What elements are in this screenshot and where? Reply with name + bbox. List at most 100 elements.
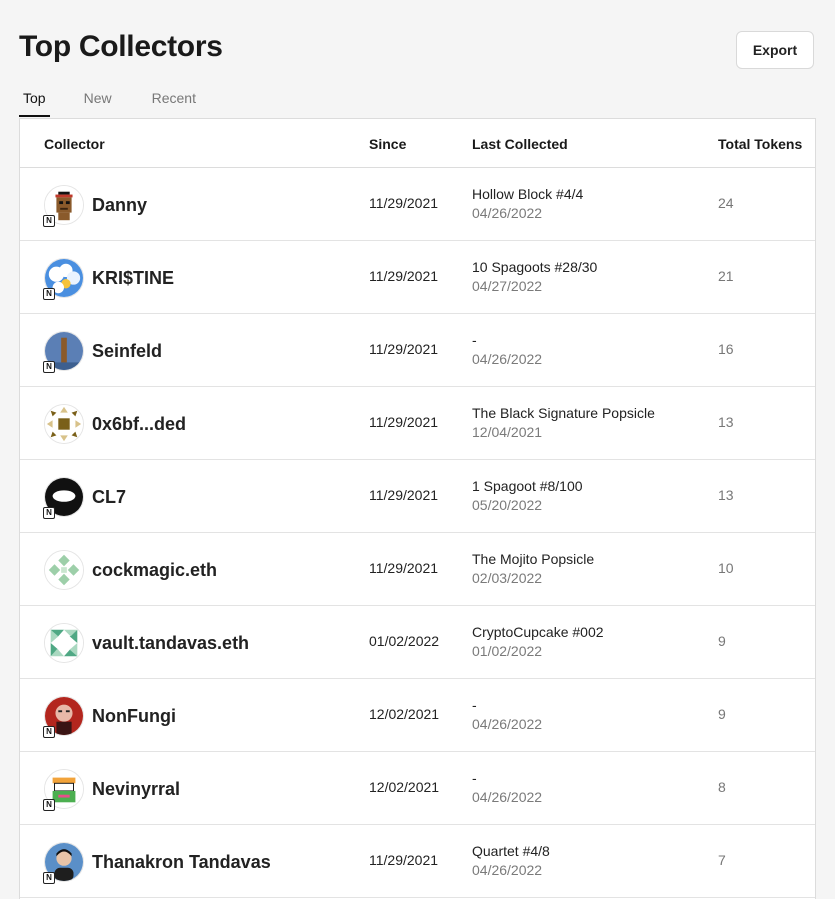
since-date: 01/02/2022 (369, 633, 440, 649)
last-collected-title[interactable]: 10 Spagoots #28/30 (472, 258, 597, 276)
n-badge-icon: N (43, 799, 55, 811)
table-row[interactable]: N CL7 11/29/2021 1 Spagoot #8/100 05/20/… (20, 460, 815, 533)
last-collected-title[interactable]: 1 Spagoot #8/100 (472, 477, 583, 495)
collector-name[interactable]: KRI$TINE (92, 268, 174, 289)
total-tokens: 7 (718, 852, 726, 868)
since-date: 11/29/2021 (369, 560, 439, 576)
last-collected-title[interactable]: - (472, 769, 542, 787)
last-collected-title[interactable]: CryptoCupcake #002 (472, 623, 604, 641)
collector-name[interactable]: cockmagic.eth (92, 560, 217, 581)
table-row[interactable]: cockmagic.eth 11/29/2021 The Mojito Pops… (20, 533, 815, 606)
last-collected-date: 01/02/2022 (472, 643, 543, 659)
total-tokens: 9 (718, 706, 726, 722)
n-badge-icon: N (43, 288, 55, 300)
collector-cell[interactable]: N Thanakron Tandavas (43, 842, 271, 884)
since-date: 11/29/2021 (369, 414, 439, 430)
last-collected-cell: 10 Spagoots #28/30 04/27/2022 (472, 258, 597, 296)
identicon-brown-avatar-icon (44, 404, 84, 444)
column-header-since[interactable]: Since (369, 136, 406, 152)
collector-cell[interactable]: N Nevinyrral (43, 769, 180, 811)
avatar[interactable]: N (43, 258, 84, 300)
total-tokens: 10 (718, 560, 734, 576)
last-collected-date: 12/04/2021 (472, 424, 543, 440)
n-badge-icon: N (43, 361, 55, 373)
tab-top[interactable]: Top (19, 80, 50, 117)
last-collected-date: 04/26/2022 (472, 205, 543, 221)
last-collected-cell: - 04/26/2022 (472, 696, 542, 734)
avatar[interactable]: N (43, 477, 84, 519)
avatar[interactable]: N (43, 842, 84, 884)
last-collected-title[interactable]: The Mojito Popsicle (472, 550, 594, 568)
collector-name[interactable]: Danny (92, 195, 147, 216)
table-row[interactable]: 0x6bf...ded 11/29/2021 The Black Signatu… (20, 387, 815, 460)
last-collected-title[interactable]: - (472, 331, 542, 349)
last-collected-cell: - 04/26/2022 (472, 331, 542, 369)
since-date: 11/29/2021 (369, 341, 439, 357)
last-collected-title[interactable]: - (472, 696, 542, 714)
table-row[interactable]: N KRI$TINE 11/29/2021 10 Spagoots #28/30… (20, 241, 815, 314)
export-button[interactable]: Export (736, 31, 814, 69)
last-collected-cell: CryptoCupcake #002 01/02/2022 (472, 623, 604, 661)
last-collected-date: 04/26/2022 (472, 862, 543, 878)
avatar[interactable] (44, 623, 84, 663)
last-collected-title[interactable]: Hollow Block #4/4 (472, 185, 583, 203)
collector-cell[interactable]: cockmagic.eth (44, 550, 217, 590)
avatar[interactable] (44, 404, 84, 444)
avatar[interactable]: N (43, 696, 84, 738)
table-row[interactable]: N Danny 11/29/2021 Hollow Block #4/4 04/… (20, 168, 815, 241)
avatar[interactable]: N (43, 331, 84, 373)
collector-name[interactable]: CL7 (92, 487, 126, 508)
last-collected-cell: - 04/26/2022 (472, 769, 542, 807)
identicon-teal-avatar-icon (44, 623, 84, 663)
total-tokens: 8 (718, 779, 726, 795)
collector-cell[interactable]: N KRI$TINE (43, 258, 174, 300)
since-date: 11/29/2021 (369, 195, 439, 211)
page-title: Top Collectors (19, 30, 223, 63)
n-badge-icon: N (43, 215, 55, 227)
column-header-collector[interactable]: Collector (44, 136, 105, 152)
tab-recent[interactable]: Recent (152, 80, 196, 117)
collector-name[interactable]: Nevinyrral (92, 779, 180, 800)
collector-name[interactable]: Thanakron Tandavas (92, 852, 271, 873)
since-date: 11/29/2021 (369, 268, 439, 284)
column-header-total-tokens[interactable]: Total Tokens (718, 136, 802, 152)
since-date: 11/29/2021 (369, 487, 439, 503)
tab-new[interactable]: New (84, 80, 112, 117)
avatar[interactable]: N (43, 769, 84, 811)
since-date: 11/29/2021 (369, 852, 439, 868)
table-row[interactable]: N Thanakron Tandavas 11/29/2021 Quartet … (20, 825, 815, 898)
tab-bar: Top New Recent (19, 80, 236, 117)
last-collected-date: 05/20/2022 (472, 497, 543, 513)
total-tokens: 13 (718, 487, 734, 503)
last-collected-date: 04/27/2022 (472, 278, 543, 294)
collector-cell[interactable]: N CL7 (43, 477, 126, 519)
table-row[interactable]: N NonFungi 12/02/2021 - 04/26/2022 9 (20, 679, 815, 752)
collector-cell[interactable]: N NonFungi (43, 696, 176, 738)
collector-cell[interactable]: vault.tandavas.eth (44, 623, 249, 663)
total-tokens: 13 (718, 414, 734, 430)
since-date: 12/02/2021 (369, 706, 440, 722)
last-collected-cell: Quartet #4/8 04/26/2022 (472, 842, 550, 880)
table-header: Collector Since Last Collected Total Tok… (20, 119, 815, 168)
table-row[interactable]: N Seinfeld 11/29/2021 - 04/26/2022 16 (20, 314, 815, 387)
since-date: 12/02/2021 (369, 779, 440, 795)
last-collected-date: 02/03/2022 (472, 570, 543, 586)
last-collected-title[interactable]: Quartet #4/8 (472, 842, 550, 860)
last-collected-cell: The Black Signature Popsicle 12/04/2021 (472, 404, 655, 442)
table-row[interactable]: N Nevinyrral 12/02/2021 - 04/26/2022 8 (20, 752, 815, 825)
collector-cell[interactable]: N Danny (43, 185, 147, 227)
last-collected-cell: Hollow Block #4/4 04/26/2022 (472, 185, 583, 223)
table-row[interactable]: vault.tandavas.eth 01/02/2022 CryptoCupc… (20, 606, 815, 679)
identicon-green-avatar-icon (44, 550, 84, 590)
avatar[interactable]: N (43, 185, 84, 227)
collector-name[interactable]: vault.tandavas.eth (92, 633, 249, 654)
column-header-last-collected[interactable]: Last Collected (472, 136, 568, 152)
collector-cell[interactable]: N Seinfeld (43, 331, 162, 373)
avatar[interactable] (44, 550, 84, 590)
collector-cell[interactable]: 0x6bf...ded (44, 404, 186, 444)
last-collected-title[interactable]: The Black Signature Popsicle (472, 404, 655, 422)
collector-name[interactable]: Seinfeld (92, 341, 162, 362)
collector-name[interactable]: NonFungi (92, 706, 176, 727)
total-tokens: 24 (718, 195, 734, 211)
collector-name[interactable]: 0x6bf...ded (92, 414, 186, 435)
